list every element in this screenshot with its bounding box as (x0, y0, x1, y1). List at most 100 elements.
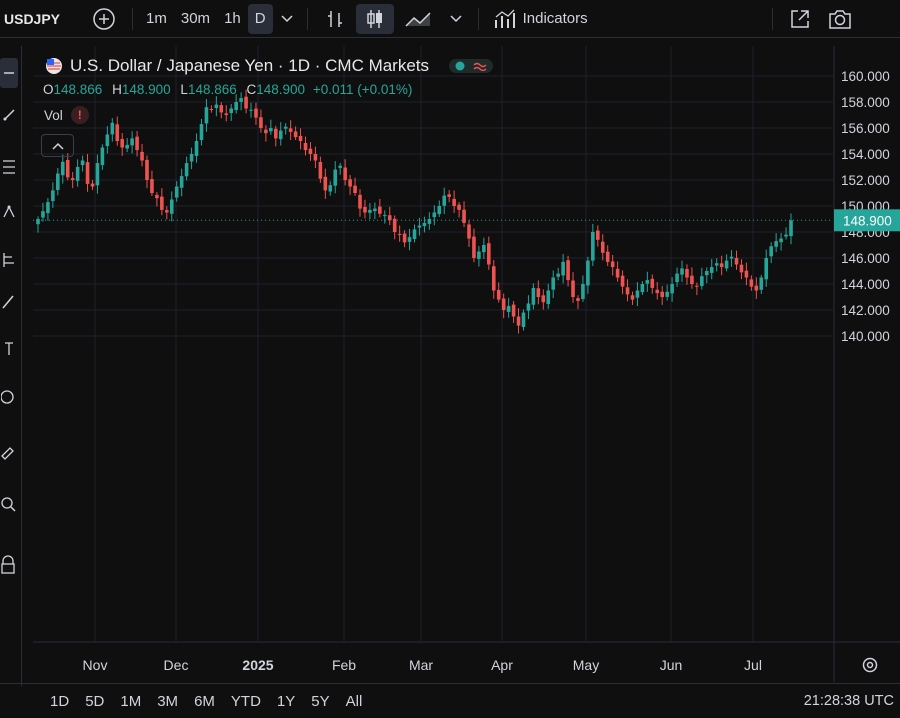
candle-body (249, 109, 253, 111)
range-5d[interactable]: 5D (77, 693, 112, 710)
top-toolbar: USDJPY 1m 30m 1h D Indicators (0, 0, 900, 38)
candle-body (541, 295, 546, 303)
candle (729, 250, 734, 267)
candle (452, 190, 456, 213)
candle-body (531, 287, 536, 305)
ohlc-values: O148.866 H148.900 L148.866 C148.900 +0.0… (43, 82, 412, 97)
cursor-tool-icon[interactable] (0, 58, 18, 88)
candle (789, 213, 793, 245)
candle-body (184, 163, 189, 177)
interval-dropdown-chevron-icon[interactable] (273, 14, 301, 23)
range-3m[interactable]: 3M (149, 693, 186, 710)
candle (189, 147, 194, 170)
indicators-button[interactable]: Indicators (523, 4, 595, 34)
candle-body (165, 210, 169, 213)
candle (333, 161, 338, 194)
fib-tool-icon[interactable] (0, 156, 18, 178)
collapse-legend-button[interactable] (41, 134, 74, 157)
time-axis-label: Feb (332, 657, 356, 673)
camera-snapshot-icon[interactable] (821, 8, 859, 30)
interval-1m[interactable]: 1m (139, 4, 174, 34)
candle (541, 289, 546, 310)
candle-body (36, 219, 40, 225)
candle (130, 131, 134, 154)
candle-body (551, 277, 556, 290)
candle-body (789, 220, 793, 237)
candle (85, 153, 90, 192)
candle (595, 225, 600, 247)
candle (338, 162, 342, 175)
candle-body (259, 117, 263, 128)
range-1m[interactable]: 1M (112, 693, 149, 710)
candle (739, 259, 744, 280)
candle-body (204, 107, 209, 124)
candle-body (402, 233, 407, 243)
candle-body (348, 179, 352, 187)
candle (95, 154, 100, 194)
candle (328, 181, 333, 196)
candle (690, 267, 694, 289)
range-1y[interactable]: 1Y (269, 693, 303, 710)
compare-add-icon[interactable] (92, 7, 116, 31)
time-axis-label: May (573, 657, 599, 673)
candle-body (343, 167, 347, 180)
zoom-tool-icon[interactable] (0, 493, 18, 515)
candle-body (595, 230, 600, 240)
chart-type-dropdown-chevron-icon[interactable] (440, 14, 472, 23)
candle-body (169, 199, 174, 214)
interval-30m[interactable]: 30m (174, 4, 217, 34)
range-1d[interactable]: 1D (42, 693, 77, 710)
candle-body (229, 108, 234, 114)
lock-tool-icon[interactable] (0, 554, 18, 576)
candle-body (209, 109, 214, 111)
candle-body (729, 256, 734, 259)
price-axis-label: 144.000 (841, 277, 890, 292)
candle-body (714, 263, 719, 266)
candle-body (685, 268, 689, 278)
range-ytd[interactable]: YTD (223, 693, 269, 710)
bar-chart-type-icon[interactable] (314, 8, 356, 30)
range-5y[interactable]: 5Y (303, 693, 337, 710)
high-label: H (112, 82, 122, 97)
candle (234, 94, 238, 114)
candle (209, 105, 214, 113)
candle (615, 261, 620, 282)
candle (392, 215, 397, 240)
symbol-search[interactable]: USDJPY (0, 11, 70, 27)
pattern-tool-icon[interactable] (0, 201, 18, 223)
area-chart-type-icon[interactable] (394, 8, 440, 30)
candle-body (467, 224, 471, 239)
brush-tool-icon[interactable] (0, 291, 18, 313)
range-6m[interactable]: 6M (186, 693, 223, 710)
candle-body (199, 124, 204, 141)
emoji-tool-icon[interactable] (0, 386, 18, 408)
candle-body (387, 215, 392, 221)
range-all[interactable]: All (338, 693, 371, 710)
candles-chart-type-icon[interactable] (355, 3, 394, 34)
chart-settings-icon[interactable] (862, 657, 878, 673)
candle (482, 237, 486, 259)
indicators-icon[interactable] (485, 8, 523, 30)
candle (625, 279, 630, 302)
candle (318, 156, 323, 183)
market-status-badge[interactable] (449, 59, 494, 73)
interval-1h[interactable]: 1h (217, 4, 248, 34)
candle (472, 228, 476, 263)
price-chart[interactable]: 160.000158.000156.000154.000152.000150.0… (33, 46, 900, 682)
candle (600, 234, 605, 261)
open-fullscreen-icon[interactable] (779, 8, 821, 30)
candle (323, 168, 328, 199)
price-axis-label: 154.000 (841, 147, 890, 162)
ruler-tool-icon[interactable] (0, 442, 18, 464)
candle (288, 120, 293, 141)
candle-body (100, 147, 105, 166)
volume-warning-icon[interactable]: ! (70, 106, 89, 124)
candle (769, 242, 773, 264)
interval-1d[interactable]: D (247, 3, 273, 34)
text-tool-icon[interactable] (0, 338, 18, 360)
prediction-tool-icon[interactable] (0, 249, 18, 271)
candle (511, 301, 516, 323)
candle-body (521, 312, 526, 327)
trend-line-tool-icon[interactable] (0, 104, 18, 126)
candle-body (318, 161, 323, 179)
